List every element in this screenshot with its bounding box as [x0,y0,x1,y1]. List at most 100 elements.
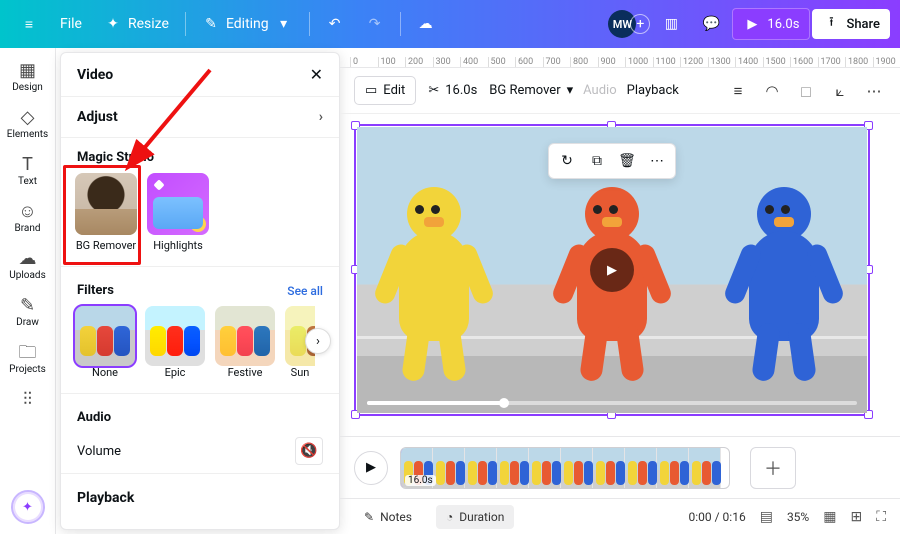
projects-icon: 🗀 [19,344,37,362]
timeline-play-button[interactable]: ▶ [354,451,388,485]
trim-button[interactable]: ✂16.0s [426,77,479,104]
editing-label: Editing [226,16,269,32]
draw-icon: ✎ [20,297,35,315]
filters-next-button[interactable]: › [305,328,331,354]
chevron-right-icon: › [319,109,323,125]
uploads-icon: ☁ [19,250,37,268]
hamburger-button[interactable]: ≡ [10,9,48,39]
resize-label: Resize [128,16,169,32]
align-icon[interactable]: ≡ [726,82,750,100]
duration-label: Duration [459,510,504,524]
element-more-button[interactable]: ⋯ [643,148,671,174]
transparency-icon[interactable]: ◻ [794,82,818,100]
fullscreen-icon[interactable]: ⛶ [876,509,886,525]
redo-button[interactable]: ↷ [356,9,394,39]
present-button[interactable]: ▶16.0s [732,8,810,40]
bg-remover-card[interactable]: ♛ BG Remover [75,173,137,252]
horizontal-ruler: 0100200300400500600700800900100011001200… [340,48,900,68]
zoom-level[interactable]: 35% [787,510,809,524]
file-menu[interactable]: File [50,10,92,38]
adjust-row[interactable]: Adjust › [61,97,339,138]
filter-epic[interactable]: Epic [145,306,205,379]
rail-draw[interactable]: ✎Draw [4,291,52,334]
share-label: Share [846,17,880,32]
duplicate-button[interactable]: ⧉ [583,148,611,174]
analytics-button[interactable]: ▥ [652,9,690,39]
bg-remover-tool[interactable]: BG Remover▾ [489,83,573,98]
rail-label: Brand [14,223,40,234]
grid-view-icon[interactable]: ▦ [823,509,836,525]
resize-menu[interactable]: ✦ Resize [94,9,179,39]
edit-label: Edit [383,83,405,98]
video-content [379,187,489,367]
undo-button[interactable]: ↶ [316,9,354,39]
playback-tool[interactable]: Playback [627,83,679,98]
loop-button[interactable]: ↻ [553,148,581,174]
present-duration: 16.0s [767,17,799,32]
filters-section: Filters See all None Epic Festive Sun › [61,271,339,389]
filter-label: Festive [215,366,275,379]
thumbnail-view-icon[interactable]: ⊞ [850,509,862,525]
clip-length-label: 16.0s [445,83,477,98]
editing-mode-button[interactable]: ✎Editing▾ [192,9,303,39]
add-page-button[interactable]: ＋ [750,447,796,489]
video-progress[interactable] [367,401,857,405]
filter-festive[interactable]: Festive [215,306,275,379]
edit-video-button[interactable]: ▭Edit [354,76,416,105]
video-play-button[interactable]: ▶ [590,248,634,292]
duration-button[interactable]: ◔Duration [436,505,514,529]
more-options-button[interactable]: ⋯ [862,82,886,100]
crop-icon[interactable]: ⟀ [828,82,852,100]
undo-icon: ↶ [326,15,344,33]
rail-brand[interactable]: ☺Brand [4,197,52,240]
filter-none[interactable]: None [75,306,135,379]
rail-elements[interactable]: ◇Elements [4,103,52,146]
bg-remover-thumb: ♛ [75,173,137,235]
top-toolbar: ≡ File ✦Resize ✎Editing▾ ↶ ↷ ☁ MW + ▥ 💬 … [0,0,900,48]
rail-label: Projects [9,364,46,375]
rail-apps[interactable]: ⫶⫶ [4,385,52,415]
delete-button[interactable]: 🗑 [613,148,641,174]
speaker-muted-icon: 🔇 [300,443,317,459]
sparkle-icon: ✦ [104,15,122,33]
adjust-label: Adjust [77,109,118,125]
highlights-thumb: ♛ [147,173,209,235]
pages-view-icon[interactable]: ▤ [760,509,773,525]
playback-row[interactable]: Playback [61,478,339,518]
rail-uploads[interactable]: ☁ Uploads [4,244,52,287]
cloud-sync-button[interactable]: ☁ [407,9,445,39]
rail-text[interactable]: TText [4,150,52,193]
rail-label: Uploads [9,270,45,281]
add-collaborator-button[interactable]: + [630,14,650,34]
rail-label: Elements [7,129,48,140]
close-panel-button[interactable]: ✕ [310,65,323,84]
notes-icon: ✎ [364,510,374,524]
mute-button[interactable]: 🔇 [295,437,323,465]
highlights-card[interactable]: ♛ Highlights [147,173,209,252]
pencil-icon: ✎ [202,15,220,33]
chevron-right-icon: › [316,334,320,349]
card-label: Highlights [153,239,203,252]
card-label: BG Remover [76,239,136,252]
element-float-toolbar: ↻ ⧉ 🗑 ⋯ [548,143,676,179]
rail-design[interactable]: ▦Design [4,56,52,99]
timeline-clip[interactable]: 16.0s [400,447,730,489]
toolbar-divider [309,12,310,36]
toolbar-divider [400,12,401,36]
share-button[interactable]: ⭱ Share [812,9,890,39]
timeline: ▶ 16.0s ＋ [340,436,900,498]
rail-projects[interactable]: 🗀 Projects [4,338,52,381]
volume-row: Volume 🔇 [61,429,339,469]
magic-studio-button[interactable]: ✦ [11,490,45,524]
notes-button[interactable]: ✎Notes [354,505,422,529]
upload-icon: ⭱ [822,15,840,33]
canvas-selection[interactable]: ↻ ⧉ 🗑 ⋯ ▶ [354,124,870,416]
comments-button[interactable]: 💬 [692,9,730,39]
audio-tool-disabled: Audio [583,83,616,98]
position-icon[interactable]: ◠ [760,82,784,100]
video-frame: ↻ ⧉ 🗑 ⋯ ▶ [357,127,867,413]
clip-duration-label: 16.0s [405,475,436,486]
see-all-filters[interactable]: See all [287,284,323,298]
premium-badge-icon: ♛ [190,216,206,232]
audio-heading: Audio [61,398,339,429]
